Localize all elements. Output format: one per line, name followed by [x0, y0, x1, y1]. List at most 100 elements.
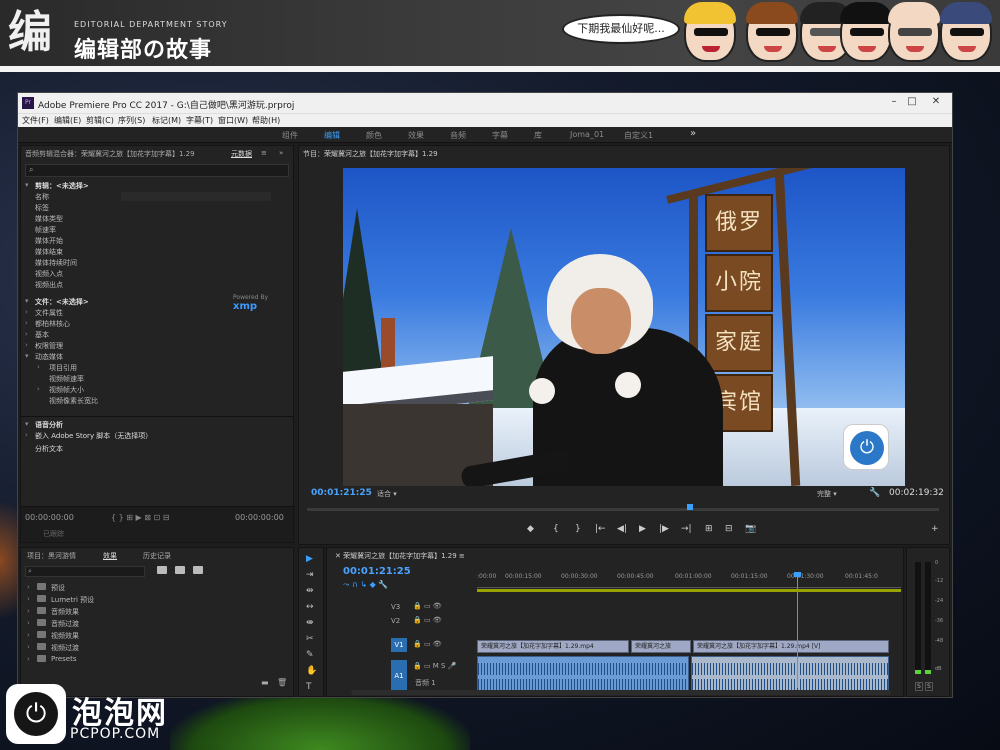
video-clip[interactable]: 荣耀冀河之旅【加花字加字幕】1.29.mp4	[477, 640, 629, 653]
step-back-button[interactable]: ◀|	[617, 524, 627, 534]
menu-help[interactable]: 帮助(H)	[252, 115, 280, 126]
program-scrub-bar[interactable]	[307, 508, 939, 511]
speech-analysis-header[interactable]: ▾ 语音分析	[21, 419, 285, 430]
menu-clip[interactable]: 剪辑(C)	[86, 115, 114, 126]
workspace-tab-audio[interactable]: 音频	[450, 130, 466, 141]
effects-search-input[interactable]: ⌕	[25, 566, 145, 577]
effects-bin[interactable]: › 视频过渡	[25, 642, 275, 654]
workspace-tab-color[interactable]: 颜色	[366, 130, 382, 141]
solo-left-button[interactable]: S	[915, 682, 923, 691]
analyze-text-button[interactable]: 分析文本	[21, 443, 285, 454]
work-area-bar[interactable]	[477, 589, 901, 592]
metadata-search-input[interactable]: ⌕	[25, 164, 289, 177]
yuv-effects-icon[interactable]	[193, 566, 203, 574]
timeline-zoom-scrollbar[interactable]	[351, 690, 891, 695]
effects-bin[interactable]: › 音频过渡	[25, 618, 275, 630]
rate-stretch-tool-icon[interactable]: ↔	[306, 602, 314, 612]
effects-bin[interactable]: › 音频效果	[25, 606, 275, 618]
slip-tool-icon[interactable]: ⇼	[306, 618, 314, 628]
lift-button[interactable]: ⊞	[705, 524, 713, 534]
menu-edit[interactable]: 编辑(E)	[54, 115, 81, 126]
workspace-tab-assembly[interactable]: 组件	[282, 130, 298, 141]
section-file-properties[interactable]: › 文件属性	[21, 307, 285, 318]
effects-bin[interactable]: › Lumetri 预设	[25, 594, 275, 606]
effects-bin[interactable]: › 预设	[25, 582, 275, 594]
panel-menu-icon[interactable]: ≡	[261, 149, 267, 157]
accelerated-effects-icon[interactable]	[157, 566, 167, 574]
tab-metadata[interactable]: 元数据	[231, 149, 252, 159]
section-dublin-core[interactable]: › 都柏林核心	[21, 318, 285, 329]
tab-audio-clip-mixer[interactable]: 音频剪辑混合器：荣耀冀河之旅【加花字加字幕】1.29	[25, 149, 195, 159]
tab-program[interactable]: 节目：荣耀冀河之旅【加花字加字幕】1.29	[303, 149, 438, 159]
play-button[interactable]: ▶	[639, 524, 646, 534]
tab-effects[interactable]: 效果	[103, 551, 117, 561]
track-select-tool-icon[interactable]: ⇥	[306, 570, 314, 580]
pen-tool-icon[interactable]: ✎	[306, 650, 314, 660]
fit-dropdown[interactable]: 适合 ▾	[377, 489, 397, 499]
video-clip[interactable]: 荣耀冀河之旅【加花字加字幕】1.29.mp4 [V]	[693, 640, 889, 653]
go-to-out-button[interactable]: →|	[681, 524, 692, 534]
menu-marker[interactable]: 标记(M)	[152, 115, 181, 126]
program-playhead[interactable]	[687, 504, 693, 510]
effects-bin[interactable]: › Presets	[25, 654, 275, 666]
ripple-edit-tool-icon[interactable]: ⇹	[306, 586, 314, 596]
tab-history[interactable]: 历史记录	[143, 551, 171, 561]
workspace-overflow-button[interactable]: »	[690, 128, 696, 139]
workspace-tab-libraries[interactable]: 库	[534, 130, 542, 141]
audio-clip[interactable]	[477, 656, 689, 692]
menu-window[interactable]: 窗口(W)	[218, 115, 248, 126]
workspace-tab-custom[interactable]: 自定义1	[624, 130, 653, 141]
add-marker-button[interactable]: ◆	[527, 524, 534, 534]
maximize-icon[interactable]: □	[904, 96, 920, 110]
menu-file[interactable]: 文件(F)	[22, 115, 49, 126]
trash-icon[interactable]: 🗑	[277, 678, 287, 687]
workspace-tab-editing[interactable]: 编辑	[324, 130, 340, 141]
button-editor-plus[interactable]: +	[931, 524, 939, 534]
dynamic-media-item[interactable]: › 项目引用	[21, 362, 285, 373]
time-ruler[interactable]: :00:00 00:00:15:00 00:00:30:00 00:00:45:…	[477, 568, 901, 588]
selection-tool-icon[interactable]: ▶	[306, 554, 313, 564]
timeline-playhead[interactable]	[797, 574, 798, 688]
timeline-timecode[interactable]: 00:01:21:25	[343, 566, 411, 577]
solo-right-button[interactable]: S	[925, 682, 933, 691]
resolution-dropdown[interactable]: 完整 ▾	[817, 489, 837, 499]
section-dynamic-media[interactable]: ▾ 动态媒体	[21, 351, 285, 362]
effects-bin[interactable]: › 视频效果	[25, 630, 275, 642]
mark-out-button[interactable]: }	[575, 524, 581, 534]
go-to-in-button[interactable]: |←	[595, 524, 606, 534]
workspace-tab-effects[interactable]: 效果	[408, 130, 424, 141]
video-clip[interactable]: 荣耀冀河之旅	[631, 640, 691, 653]
close-icon[interactable]: ✕	[928, 96, 944, 110]
timeline-tool-icons[interactable]: ⤳ ∩ ↳ ◆ 🔧	[343, 580, 388, 590]
wrench-icon[interactable]: 🔧	[869, 488, 880, 498]
razor-tool-icon[interactable]: ✂	[306, 634, 314, 644]
program-video-frame[interactable]: 俄罗斯 小院 家庭 宾馆 ⏻	[343, 168, 905, 486]
audio-clip[interactable]	[691, 656, 889, 692]
32bit-effects-icon[interactable]	[175, 566, 185, 574]
panel-overflow-icon[interactable]: »	[279, 149, 283, 157]
metadata-transport-controls-icon[interactable]: { } ⊞ ▶ ⊠ ⊡ ⊟	[111, 513, 169, 522]
name-field[interactable]	[121, 192, 271, 201]
extract-button[interactable]: ⊟	[725, 524, 733, 534]
section-rights[interactable]: › 权限管理	[21, 340, 285, 351]
export-frame-button[interactable]: 📷	[745, 524, 756, 534]
menu-title[interactable]: 字幕(T)	[186, 115, 213, 126]
new-bin-icon[interactable]: ▬	[261, 678, 269, 687]
tab-project[interactable]: 项目：黑河游情	[27, 551, 76, 561]
a1-target-button[interactable]: A1	[391, 660, 407, 692]
workspace-tab-titles[interactable]: 字幕	[492, 130, 508, 141]
type-tool-icon[interactable]: T	[306, 682, 312, 692]
step-forward-button[interactable]: |▶	[659, 524, 669, 534]
clip-section-header[interactable]: ▾ 剪辑：<未选择>	[21, 180, 285, 191]
tab-sequence[interactable]: ✕ 荣耀冀河之旅【加花字加字幕】1.29 ≡	[335, 551, 465, 561]
workspace-tab-joma[interactable]: Joma_01	[570, 130, 604, 139]
minimize-icon[interactable]: –	[886, 96, 902, 110]
mark-in-button[interactable]: {	[553, 524, 559, 534]
v1-target-button[interactable]: V1	[391, 638, 407, 652]
menu-sequence[interactable]: 序列(S)	[118, 115, 145, 126]
program-current-timecode[interactable]: 00:01:21:25	[311, 488, 372, 498]
hand-tool-icon[interactable]: ✋	[306, 666, 317, 676]
embed-story-script[interactable]: › 嵌入 Adobe Story 脚本（无选择项）	[21, 430, 285, 441]
section-basic[interactable]: › 基本	[21, 329, 285, 340]
dynamic-media-item[interactable]: › 视频帧大小	[21, 384, 285, 395]
